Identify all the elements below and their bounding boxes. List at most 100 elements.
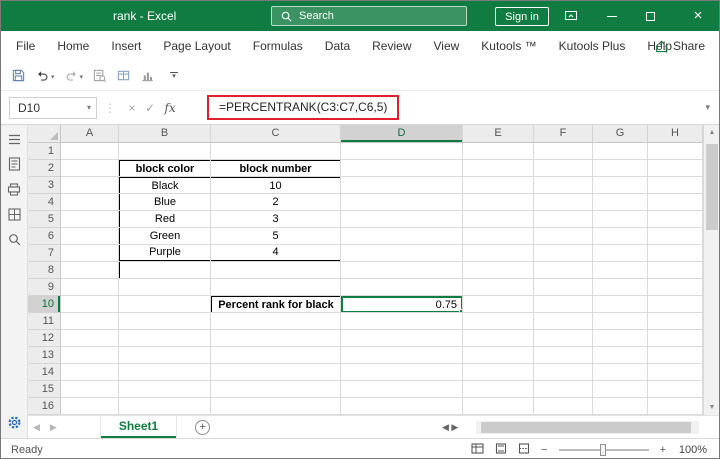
normal-view-icon[interactable] bbox=[471, 442, 484, 457]
grid-body[interactable]: block color block number Black 10 Blue 2 Red 3 G… bbox=[61, 143, 703, 415]
column-header-e[interactable]: E bbox=[463, 125, 534, 143]
chart-icon[interactable] bbox=[140, 68, 155, 83]
table-cell[interactable]: Black bbox=[120, 177, 211, 195]
tab-kutools[interactable]: Kutools ™ bbox=[470, 31, 547, 61]
row-header[interactable]: 5 bbox=[28, 211, 61, 228]
tab-file[interactable]: File bbox=[5, 31, 46, 61]
row-header[interactable]: 10 bbox=[28, 296, 61, 313]
scroll-up-icon[interactable]: ▲ bbox=[704, 125, 719, 140]
column-header-a[interactable]: A bbox=[61, 125, 119, 143]
row-header[interactable]: 7 bbox=[28, 245, 61, 262]
table-cell[interactable] bbox=[211, 261, 340, 278]
tab-insert[interactable]: Insert bbox=[100, 31, 152, 61]
redo-button[interactable]: ▾ bbox=[64, 68, 84, 83]
tab-review[interactable]: Review bbox=[361, 31, 422, 61]
grid-icon[interactable] bbox=[7, 208, 21, 221]
magnifier-icon[interactable] bbox=[8, 233, 21, 246]
table-cell[interactable]: 4 bbox=[211, 245, 340, 262]
column-header-g[interactable]: G bbox=[593, 125, 648, 143]
hscroll-arrows[interactable]: ◀ ▶ bbox=[442, 422, 458, 433]
undo-dropdown-icon[interactable]: ▾ bbox=[51, 73, 55, 83]
tab-view[interactable]: View bbox=[423, 31, 471, 61]
column-header-d[interactable]: D bbox=[341, 125, 463, 143]
zoom-out-button[interactable]: − bbox=[541, 444, 547, 456]
page-layout-view-icon[interactable] bbox=[495, 442, 507, 457]
printer-icon[interactable] bbox=[7, 183, 21, 196]
row-header[interactable]: 6 bbox=[28, 228, 61, 245]
row-header[interactable]: 16 bbox=[28, 398, 61, 415]
scroll-down-icon[interactable]: ▼ bbox=[704, 400, 719, 415]
row-header[interactable]: 15 bbox=[28, 381, 61, 398]
result-label-cell[interactable]: Percent rank for black bbox=[211, 296, 341, 313]
table-cell[interactable]: 10 bbox=[211, 178, 340, 195]
close-button[interactable]: × bbox=[677, 1, 719, 31]
minimize-button[interactable] bbox=[597, 1, 627, 31]
column-header-c[interactable]: C bbox=[211, 125, 341, 143]
table-cell[interactable]: 5 bbox=[211, 228, 340, 245]
add-sheet-button[interactable]: + bbox=[195, 419, 211, 435]
table-cell[interactable]: Blue bbox=[120, 194, 211, 212]
row-header[interactable]: 4 bbox=[28, 194, 61, 211]
table-cell[interactable]: 2 bbox=[211, 194, 340, 212]
table-cell[interactable]: Red bbox=[120, 211, 211, 228]
share-button[interactable]: Share bbox=[655, 31, 705, 61]
row-header[interactable]: 3 bbox=[28, 177, 61, 194]
tab-formulas[interactable]: Formulas bbox=[242, 31, 314, 61]
name-box-dropdown-icon[interactable]: ▾ bbox=[87, 103, 96, 112]
zoom-level[interactable]: 100% bbox=[677, 444, 707, 456]
settings-gear-icon[interactable] bbox=[7, 415, 22, 430]
sheet-nav-right-icon[interactable]: ▶ bbox=[45, 422, 62, 433]
column-header-b[interactable]: B bbox=[119, 125, 211, 143]
ribbon-display-options-icon[interactable] bbox=[564, 9, 580, 23]
tab-kutools-plus[interactable]: Kutools Plus bbox=[548, 31, 637, 61]
row-header[interactable]: 11 bbox=[28, 313, 61, 330]
maximize-button[interactable] bbox=[635, 1, 665, 31]
zoom-in-button[interactable]: + bbox=[660, 444, 666, 456]
table-cell[interactable]: Green bbox=[120, 227, 211, 245]
redo-dropdown-icon[interactable]: ▾ bbox=[80, 73, 84, 83]
selected-cell-d10[interactable]: 0.75 bbox=[341, 296, 464, 314]
row-header[interactable]: 12 bbox=[28, 330, 61, 347]
row-header[interactable]: 13 bbox=[28, 347, 61, 364]
formula-input[interactable]: =PERCENTRANK(C3:C7,C6,5) bbox=[207, 95, 400, 120]
document-icon[interactable] bbox=[8, 157, 21, 171]
select-all-button[interactable] bbox=[28, 125, 61, 143]
enter-icon[interactable]: ✓ bbox=[141, 101, 159, 115]
row-header[interactable]: 9 bbox=[28, 279, 61, 296]
formula-bar-grip[interactable]: ⋮ bbox=[104, 101, 116, 115]
table-cell[interactable]: 3 bbox=[211, 211, 340, 228]
tab-page-layout[interactable]: Page Layout bbox=[152, 31, 241, 61]
menu-icon[interactable] bbox=[8, 134, 21, 145]
insert-function-icon[interactable]: fx bbox=[159, 101, 181, 115]
row-header[interactable]: 14 bbox=[28, 364, 61, 381]
vertical-scroll-thumb[interactable] bbox=[706, 144, 718, 230]
tab-data[interactable]: Data bbox=[314, 31, 361, 61]
kutools-side-panel bbox=[1, 125, 28, 438]
row-header[interactable]: 2 bbox=[28, 160, 61, 177]
tab-home[interactable]: Home bbox=[46, 31, 100, 61]
table-cell[interactable]: Purple bbox=[120, 244, 211, 262]
table-icon[interactable] bbox=[116, 68, 131, 83]
sheet-nav-left-icon[interactable]: ◀ bbox=[28, 422, 45, 433]
table-cell[interactable] bbox=[120, 261, 211, 278]
horizontal-scrollbar[interactable] bbox=[476, 421, 699, 434]
undo-button[interactable]: ▾ bbox=[35, 68, 55, 83]
sheet-tab-sheet1[interactable]: Sheet1 bbox=[99, 416, 178, 438]
row-header[interactable]: 8 bbox=[28, 262, 61, 279]
vertical-scrollbar[interactable]: ▲ ▼ bbox=[703, 125, 719, 415]
customize-qat-icon[interactable]: ▾ bbox=[170, 71, 179, 80]
zoom-slider-thumb[interactable] bbox=[599, 443, 606, 456]
row-header[interactable]: 1 bbox=[28, 143, 61, 160]
column-header-f[interactable]: F bbox=[534, 125, 593, 143]
search-box[interactable]: Search bbox=[271, 6, 467, 26]
name-box[interactable]: D10 ▾ bbox=[9, 96, 97, 119]
print-preview-icon[interactable] bbox=[92, 68, 107, 83]
formula-bar-expand-icon[interactable]: ▾ bbox=[705, 102, 710, 113]
page-break-view-icon[interactable] bbox=[518, 442, 530, 457]
horizontal-scroll-thumb[interactable] bbox=[481, 422, 691, 433]
save-icon[interactable] bbox=[11, 68, 26, 83]
column-header-h[interactable]: H bbox=[648, 125, 703, 143]
cancel-icon[interactable]: × bbox=[123, 101, 141, 115]
zoom-slider[interactable] bbox=[558, 443, 649, 456]
sign-in-button[interactable]: Sign in bbox=[495, 7, 549, 26]
